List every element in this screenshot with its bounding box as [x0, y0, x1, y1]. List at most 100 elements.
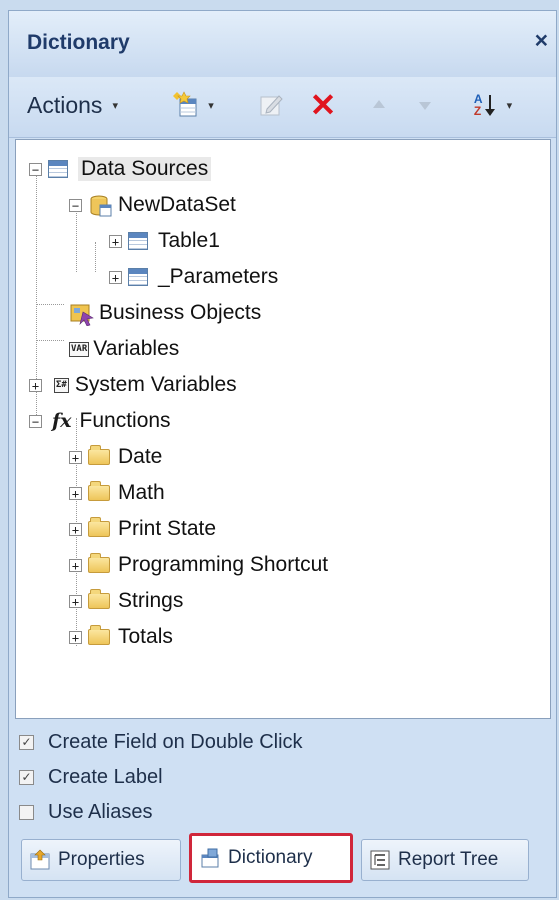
collapse-icon[interactable]: − [29, 162, 42, 176]
tree-label: Functions [79, 409, 171, 432]
tab-dictionary[interactable]: Dictionary [189, 833, 353, 883]
expand-icon[interactable]: + [69, 450, 82, 464]
tree-node-table1[interactable]: + Table1 [109, 224, 220, 258]
tree-label: Print State [118, 517, 217, 540]
delete-button[interactable]: ✕ [305, 87, 341, 123]
dictionary-panel: Dictionary × Actions ▾ ▾ ✕ A Z ▾ − Data … [8, 10, 557, 898]
toolbar: Actions ▾ ▾ ✕ A Z ▾ [9, 77, 556, 138]
sort-button[interactable]: A Z ▾ [457, 87, 529, 123]
option-label: Use Aliases [48, 801, 153, 823]
move-up-button[interactable] [365, 87, 393, 123]
folder-icon [88, 481, 110, 504]
panel-tabs: Properties Dictionary Report Tree [9, 825, 556, 897]
variables-icon: VAR [69, 341, 90, 357]
folder-icon [88, 625, 110, 648]
table-icon [128, 266, 150, 288]
data-sources-icon [48, 158, 70, 180]
tree-label: Table1 [158, 229, 220, 252]
new-item-icon [173, 91, 197, 117]
panel-title: Dictionary [27, 31, 130, 54]
tree-line [95, 242, 96, 272]
expand-icon[interactable]: + [69, 594, 82, 608]
system-variables-icon: Σ# [54, 377, 69, 393]
tree-node-functions[interactable]: − fx Functions [29, 404, 171, 438]
tree-label: Variables [93, 337, 180, 360]
folder-icon [88, 517, 110, 540]
edit-button[interactable] [255, 87, 287, 123]
folder-icon [88, 553, 110, 576]
tree-node-totals[interactable]: + Totals [69, 620, 173, 654]
tab-label: Dictionary [228, 847, 313, 868]
delete-icon: ✕ [309, 87, 337, 123]
create-label-checkbox[interactable]: ✓ Create Label [19, 760, 303, 795]
option-label: Create Label [48, 766, 163, 788]
expand-icon[interactable]: + [29, 378, 42, 392]
actions-menu[interactable]: Actions ▾ [27, 87, 118, 123]
tree-node-business-objects[interactable]: Business Objects [63, 296, 261, 330]
tab-properties[interactable]: Properties [21, 839, 181, 881]
dictionary-icon [198, 847, 222, 869]
arrow-down-icon [419, 102, 431, 110]
actions-label: Actions [27, 91, 103, 118]
expand-icon[interactable]: + [69, 486, 82, 500]
close-icon[interactable]: × [535, 27, 548, 54]
create-field-on-double-click-checkbox[interactable]: ✓ Create Field on Double Click [19, 725, 303, 760]
tab-label: Report Tree [398, 849, 499, 870]
chevron-down-icon: ▾ [506, 99, 513, 112]
panel-header: Dictionary × [9, 11, 556, 78]
tree-node-data-sources[interactable]: − Data Sources [29, 152, 212, 186]
expand-icon[interactable]: + [69, 630, 82, 644]
tree-node-programming-shortcut[interactable]: + Programming Shortcut [69, 548, 328, 582]
tree-label: Programming Shortcut [118, 553, 329, 576]
checkbox-icon[interactable] [19, 805, 34, 820]
functions-icon: fx [52, 410, 72, 432]
options-list: ✓ Create Field on Double Click ✓ Create … [19, 725, 303, 830]
expand-icon[interactable]: + [109, 234, 122, 248]
tree-node-system-variables[interactable]: + Σ# System Variables [29, 368, 237, 402]
sort-arrow-icon [484, 95, 495, 116]
tree-node-print-state[interactable]: + Print State [69, 512, 216, 546]
table-icon [128, 230, 150, 252]
chevron-down-icon: ▾ [208, 99, 214, 112]
folder-icon [88, 445, 110, 468]
new-item-button[interactable]: ▾ [164, 87, 222, 123]
tree-node-variables[interactable]: VAR Variables [63, 332, 179, 366]
expand-icon[interactable]: + [109, 270, 122, 284]
dictionary-tree[interactable]: − Data Sources − NewDataSet + Table1 + _… [15, 139, 551, 719]
business-objects-icon [69, 302, 94, 327]
folder-icon [88, 589, 110, 612]
option-label: Create Field on Double Click [48, 731, 303, 753]
tree-node-parameters[interactable]: + _Parameters [109, 260, 278, 294]
tree-node-math[interactable]: + Math [69, 476, 165, 510]
collapse-icon[interactable]: − [69, 198, 82, 212]
expand-icon[interactable]: + [69, 558, 82, 572]
tree-label: NewDataSet [118, 193, 236, 216]
tree-label: Strings [118, 589, 184, 612]
sort-az-icon: A Z [474, 92, 497, 118]
move-down-button[interactable] [411, 87, 439, 123]
tree-label: Totals [118, 625, 173, 648]
expand-icon[interactable]: + [69, 522, 82, 536]
tree-node-newdataset[interactable]: − NewDataSet [69, 188, 236, 222]
collapse-icon[interactable]: − [29, 414, 42, 428]
tree-label: Date [118, 445, 163, 468]
checkbox-icon[interactable]: ✓ [19, 770, 34, 785]
chevron-down-icon: ▾ [112, 99, 118, 112]
checkbox-icon[interactable]: ✓ [19, 735, 34, 750]
tree-node-strings[interactable]: + Strings [69, 584, 183, 618]
database-icon [88, 194, 112, 217]
tab-report-tree[interactable]: Report Tree [361, 839, 529, 881]
arrow-up-icon [373, 100, 385, 108]
tree-label: System Variables [74, 373, 237, 396]
report-tree-icon [368, 849, 392, 871]
tree-line [36, 304, 64, 305]
tree-label: Data Sources [78, 157, 212, 181]
edit-icon [260, 95, 283, 116]
tree-label: _Parameters [158, 265, 279, 288]
tree-line [36, 340, 64, 341]
tree-label: Math [118, 481, 165, 504]
tree-node-date[interactable]: + Date [69, 440, 162, 474]
tab-label: Properties [58, 849, 145, 870]
sort-z-glyph: Z [473, 104, 482, 118]
properties-icon [28, 849, 52, 871]
